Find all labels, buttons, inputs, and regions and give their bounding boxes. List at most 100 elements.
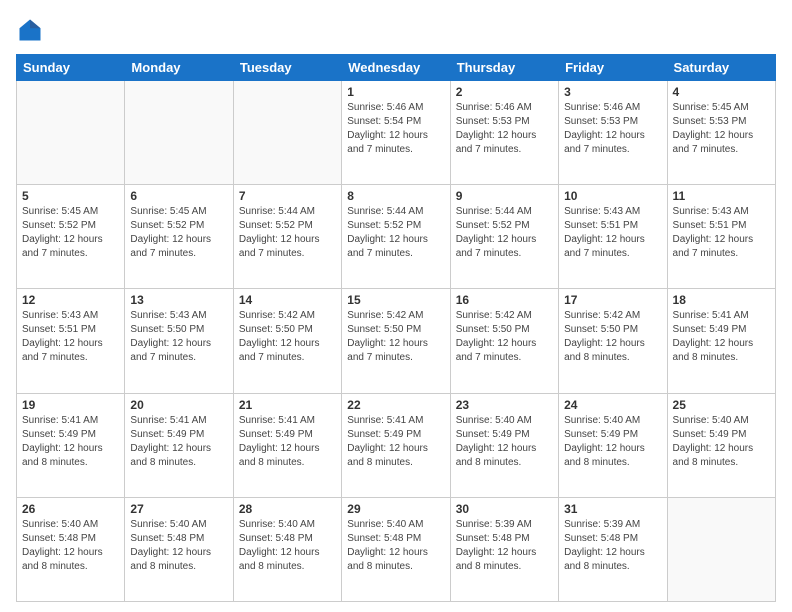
day-info: Sunrise: 5:45 AMSunset: 5:52 PMDaylight:…	[22, 205, 119, 261]
day-cell: 5Sunrise: 5:45 AMSunset: 5:52 PMDaylight…	[17, 185, 125, 289]
calendar-table: SundayMondayTuesdayWednesdayThursdayFrid…	[16, 54, 776, 602]
day-info: Sunrise: 5:45 AMSunset: 5:52 PMDaylight:…	[130, 205, 227, 261]
day-cell: 6 Sunrise: 5:45 AMSunset: 5:52 PMDaylight…	[125, 185, 233, 289]
day-cell: 20 Sunrise: 5:41 AMSunset: 5:49 PMDayligh…	[125, 393, 233, 497]
calendar-body: 1Sunrise: 5:46 AMSunset: 5:54 PMDaylight…	[17, 81, 776, 602]
weekday-header-saturday: Saturday	[667, 55, 775, 81]
day-info: Sunrise: 5:46 AMSunset: 5:53 PMDaylight:…	[456, 101, 553, 157]
day-number: 15	[347, 293, 444, 307]
day-info: Sunrise: 5:40 AMSunset: 5:49 PMDaylight:…	[564, 414, 661, 470]
day-cell: 10Sunrise: 5:43 AMSunset: 5:51 PMDayligh…	[559, 185, 667, 289]
day-number: 10	[564, 189, 661, 203]
day-number: 11	[673, 189, 770, 203]
day-number: 2	[456, 85, 553, 99]
week-row-5: 26 Sunrise: 5:40 AMSunset: 5:48 PMDayligh…	[17, 497, 776, 601]
week-row-1: 1Sunrise: 5:46 AMSunset: 5:54 PMDaylight…	[17, 81, 776, 185]
day-number: 26	[22, 502, 119, 516]
day-cell: 15 Sunrise: 5:42 AMSunset: 5:50 PMDayligh…	[342, 289, 450, 393]
day-number: 21	[239, 398, 336, 412]
day-number: 28	[239, 502, 336, 516]
day-number: 20	[130, 398, 227, 412]
day-info: Sunrise: 5:41 AMSunset: 5:49 PMDaylight:…	[22, 414, 119, 470]
day-cell: 21 Sunrise: 5:41 AMSunset: 5:49 PMDayligh…	[233, 393, 341, 497]
page: SundayMondayTuesdayWednesdayThursdayFrid…	[0, 0, 792, 612]
day-cell	[17, 81, 125, 185]
day-number: 8	[347, 189, 444, 203]
day-info: Sunrise: 5:46 AMSunset: 5:53 PMDaylight:…	[564, 101, 661, 157]
weekday-header-wednesday: Wednesday	[342, 55, 450, 81]
day-info: Sunrise: 5:43 AMSunset: 5:51 PMDaylight:…	[673, 205, 770, 261]
day-cell: 22Sunrise: 5:41 AMSunset: 5:49 PMDayligh…	[342, 393, 450, 497]
week-row-2: 5Sunrise: 5:45 AMSunset: 5:52 PMDaylight…	[17, 185, 776, 289]
day-cell: 16Sunrise: 5:42 AMSunset: 5:50 PMDayligh…	[450, 289, 558, 393]
day-cell: 17 Sunrise: 5:42 AMSunset: 5:50 PMDayligh…	[559, 289, 667, 393]
weekday-header-thursday: Thursday	[450, 55, 558, 81]
day-info: Sunrise: 5:40 AMSunset: 5:49 PMDaylight:…	[673, 414, 770, 470]
day-cell: 3 Sunrise: 5:46 AMSunset: 5:53 PMDaylight…	[559, 81, 667, 185]
day-info: Sunrise: 5:42 AMSunset: 5:50 PMDaylight:…	[347, 309, 444, 365]
day-number: 23	[456, 398, 553, 412]
day-number: 27	[130, 502, 227, 516]
day-info: Sunrise: 5:40 AMSunset: 5:48 PMDaylight:…	[239, 518, 336, 574]
header	[16, 16, 776, 44]
day-number: 3	[564, 85, 661, 99]
day-info: Sunrise: 5:40 AMSunset: 5:49 PMDaylight:…	[456, 414, 553, 470]
weekday-header-tuesday: Tuesday	[233, 55, 341, 81]
day-cell: 14Sunrise: 5:42 AMSunset: 5:50 PMDayligh…	[233, 289, 341, 393]
day-cell	[233, 81, 341, 185]
day-info: Sunrise: 5:44 AMSunset: 5:52 PMDaylight:…	[239, 205, 336, 261]
day-info: Sunrise: 5:44 AMSunset: 5:52 PMDaylight:…	[456, 205, 553, 261]
day-cell	[125, 81, 233, 185]
day-number: 9	[456, 189, 553, 203]
day-number: 17	[564, 293, 661, 307]
day-info: Sunrise: 5:41 AMSunset: 5:49 PMDaylight:…	[130, 414, 227, 470]
day-cell: 25 Sunrise: 5:40 AMSunset: 5:49 PMDayligh…	[667, 393, 775, 497]
day-info: Sunrise: 5:42 AMSunset: 5:50 PMDaylight:…	[239, 309, 336, 365]
day-cell: 1Sunrise: 5:46 AMSunset: 5:54 PMDaylight…	[342, 81, 450, 185]
day-cell: 24 Sunrise: 5:40 AMSunset: 5:49 PMDayligh…	[559, 393, 667, 497]
day-cell: 30Sunrise: 5:39 AMSunset: 5:48 PMDayligh…	[450, 497, 558, 601]
day-info: Sunrise: 5:41 AMSunset: 5:49 PMDaylight:…	[239, 414, 336, 470]
day-cell: 31Sunrise: 5:39 AMSunset: 5:48 PMDayligh…	[559, 497, 667, 601]
day-info: Sunrise: 5:42 AMSunset: 5:50 PMDaylight:…	[456, 309, 553, 365]
day-info: Sunrise: 5:39 AMSunset: 5:48 PMDaylight:…	[456, 518, 553, 574]
day-number: 4	[673, 85, 770, 99]
day-number: 25	[673, 398, 770, 412]
logo	[16, 16, 48, 44]
day-cell	[667, 497, 775, 601]
day-info: Sunrise: 5:46 AMSunset: 5:54 PMDaylight:…	[347, 101, 444, 157]
day-info: Sunrise: 5:41 AMSunset: 5:49 PMDaylight:…	[347, 414, 444, 470]
day-info: Sunrise: 5:40 AMSunset: 5:48 PMDaylight:…	[22, 518, 119, 574]
day-number: 19	[22, 398, 119, 412]
day-cell: 13 Sunrise: 5:43 AMSunset: 5:50 PMDayligh…	[125, 289, 233, 393]
weekday-header-monday: Monday	[125, 55, 233, 81]
day-number: 6	[130, 189, 227, 203]
day-number: 24	[564, 398, 661, 412]
day-info: Sunrise: 5:43 AMSunset: 5:50 PMDaylight:…	[130, 309, 227, 365]
day-cell: 29 Sunrise: 5:40 AMSunset: 5:48 PMDayligh…	[342, 497, 450, 601]
day-info: Sunrise: 5:42 AMSunset: 5:50 PMDaylight:…	[564, 309, 661, 365]
day-number: 7	[239, 189, 336, 203]
day-number: 12	[22, 293, 119, 307]
day-info: Sunrise: 5:40 AMSunset: 5:48 PMDaylight:…	[130, 518, 227, 574]
day-cell: 19 Sunrise: 5:41 AMSunset: 5:49 PMDayligh…	[17, 393, 125, 497]
day-cell: 12 Sunrise: 5:43 AMSunset: 5:51 PMDayligh…	[17, 289, 125, 393]
day-number: 13	[130, 293, 227, 307]
day-cell: 28 Sunrise: 5:40 AMSunset: 5:48 PMDayligh…	[233, 497, 341, 601]
day-cell: 4 Sunrise: 5:45 AMSunset: 5:53 PMDaylight…	[667, 81, 775, 185]
day-info: Sunrise: 5:44 AMSunset: 5:52 PMDaylight:…	[347, 205, 444, 261]
day-cell: 7 Sunrise: 5:44 AMSunset: 5:52 PMDaylight…	[233, 185, 341, 289]
day-info: Sunrise: 5:39 AMSunset: 5:48 PMDaylight:…	[564, 518, 661, 574]
weekday-header-sunday: Sunday	[17, 55, 125, 81]
weekday-header-friday: Friday	[559, 55, 667, 81]
day-info: Sunrise: 5:40 AMSunset: 5:48 PMDaylight:…	[347, 518, 444, 574]
logo-icon	[16, 16, 44, 44]
day-cell: 23 Sunrise: 5:40 AMSunset: 5:49 PMDayligh…	[450, 393, 558, 497]
day-number: 18	[673, 293, 770, 307]
week-row-4: 19 Sunrise: 5:41 AMSunset: 5:49 PMDayligh…	[17, 393, 776, 497]
day-info: Sunrise: 5:43 AMSunset: 5:51 PMDaylight:…	[22, 309, 119, 365]
day-cell: 9 Sunrise: 5:44 AMSunset: 5:52 PMDaylight…	[450, 185, 558, 289]
day-number: 29	[347, 502, 444, 516]
day-cell: 27 Sunrise: 5:40 AMSunset: 5:48 PMDayligh…	[125, 497, 233, 601]
day-info: Sunrise: 5:45 AMSunset: 5:53 PMDaylight:…	[673, 101, 770, 157]
